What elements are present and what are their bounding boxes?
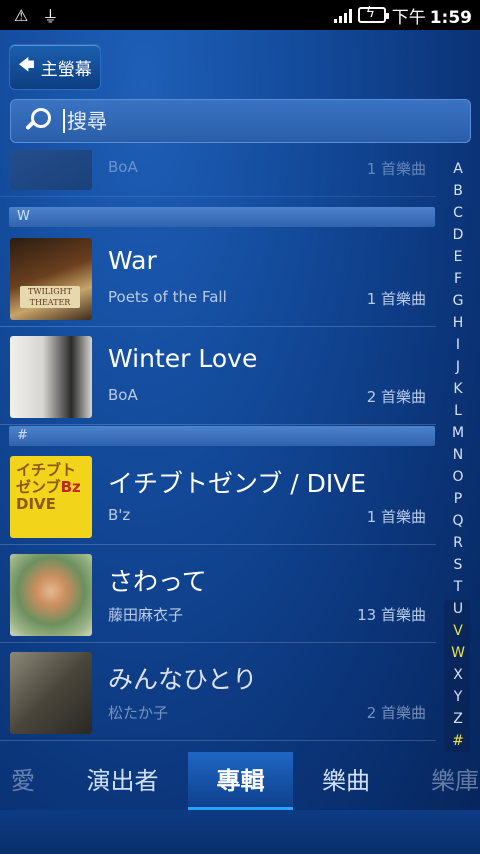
search-input[interactable] <box>65 109 429 133</box>
home-screen-button[interactable]: 🡄 主螢幕 <box>9 44 101 90</box>
album-artist: 松たか子 <box>108 704 169 722</box>
index-letter-q[interactable]: Q <box>452 510 463 532</box>
album-art: TWILIGHT THEATER <box>10 238 92 320</box>
status-bar: ⚠ ⏚ ϟ 下午 1:59 <box>0 0 480 30</box>
album-art <box>10 554 92 636</box>
index-letter-g[interactable]: G <box>453 290 464 312</box>
index-letter-t[interactable]: T <box>454 576 463 598</box>
album-art <box>10 336 92 418</box>
list-item[interactable]: さわって 藤田麻衣子 13 首樂曲 <box>0 544 436 643</box>
index-letter-j[interactable]: J <box>456 356 460 378</box>
battery-charging-icon: ϟ <box>357 5 389 23</box>
index-letter-n[interactable]: N <box>453 444 463 466</box>
tab-bar: 愛 演出者 專輯 樂曲 樂庫 <box>0 752 480 810</box>
index-letter-v[interactable]: V <box>453 620 463 642</box>
index-letter-hash[interactable]: # <box>452 730 464 752</box>
arrow-left-icon: 🡄 <box>18 54 35 74</box>
list-item[interactable]: BoA 1 首樂曲 <box>0 150 436 197</box>
album-artist: Poets of the Fall <box>108 288 227 306</box>
warning-icon: ⚠ <box>14 5 29 25</box>
tab-artists[interactable]: 演出者 <box>60 752 185 810</box>
section-header-hash: # <box>9 426 435 446</box>
index-letter-k[interactable]: K <box>453 378 462 400</box>
index-letter-i[interactable]: I <box>456 334 460 356</box>
tab-albums[interactable]: 專輯 <box>188 752 293 810</box>
album-track-count: 1 首樂曲 <box>366 508 426 526</box>
index-letter-b[interactable]: B <box>453 180 463 202</box>
album-art <box>10 652 92 734</box>
index-letter-s[interactable]: S <box>454 554 463 576</box>
usb-icon: ⏚ <box>42 7 59 26</box>
index-letter-m[interactable]: M <box>452 422 464 444</box>
index-letter-e[interactable]: E <box>454 246 463 268</box>
album-track-count: 2 首樂曲 <box>366 388 426 406</box>
album-art: イチブト ゼンブBz DIVE <box>10 456 92 538</box>
index-letter-y[interactable]: Y <box>454 686 463 708</box>
index-letter-l[interactable]: L <box>454 400 462 422</box>
home-screen-label: 主螢幕 <box>40 59 92 80</box>
tab-favorites[interactable]: 愛 <box>0 752 48 810</box>
index-letter-p[interactable]: P <box>454 488 462 510</box>
album-title: Winter Love <box>108 344 258 373</box>
list-item[interactable]: Winter Love BoA 2 首樂曲 <box>0 326 436 425</box>
index-letter-w[interactable]: W <box>451 642 465 664</box>
album-artist: B'z <box>108 506 131 524</box>
album-title: みんなひとり <box>108 665 258 694</box>
album-track-count: 2 首樂曲 <box>366 704 426 722</box>
album-track-count: 1 首樂曲 <box>366 160 426 178</box>
search-icon <box>23 106 53 136</box>
index-letter-x[interactable]: X <box>453 664 463 686</box>
index-letter-f[interactable]: F <box>454 268 462 290</box>
album-track-count: 13 首樂曲 <box>357 606 426 624</box>
index-letter-z[interactable]: Z <box>453 708 463 730</box>
list-item[interactable]: みんなひとり 松たか子 2 首樂曲 <box>0 642 436 741</box>
album-track-count: 1 首樂曲 <box>366 290 426 308</box>
clock: 下午 1:59 <box>391 7 472 28</box>
index-letter-o[interactable]: O <box>452 466 463 488</box>
index-letter-a[interactable]: A <box>453 158 463 180</box>
index-letter-r[interactable]: R <box>453 532 463 554</box>
album-title: War <box>108 246 157 275</box>
album-list[interactable]: BoA 1 首樂曲 W TWILIGHT THEATER War Poets of… <box>0 150 440 746</box>
album-artist: BoA <box>108 386 138 404</box>
album-art <box>10 150 92 190</box>
index-letter-h[interactable]: H <box>453 312 464 334</box>
tab-library[interactable]: 樂庫 <box>420 752 480 810</box>
album-title: イチブトゼンブ / DIVE <box>108 469 367 498</box>
section-header-w: W <box>9 207 435 227</box>
list-item[interactable]: TWILIGHT THEATER War Poets of the Fall 1 … <box>0 228 436 327</box>
index-letter-u[interactable]: U <box>453 598 463 620</box>
tab-songs[interactable]: 樂曲 <box>296 752 396 810</box>
album-artist: 藤田麻衣子 <box>108 606 184 624</box>
album-title: さわって <box>108 567 207 596</box>
index-letter-d[interactable]: D <box>453 224 464 246</box>
signal-icon <box>333 7 352 23</box>
alphabet-index[interactable]: A B C D E F G H I J K L M N O P Q R S T U V W X Y Z # <box>444 158 472 752</box>
list-item[interactable]: イチブト ゼンブBz DIVE イチブトゼンブ / DIVE B'z 1 首樂曲 <box>0 446 436 545</box>
bottom-bar <box>0 810 480 854</box>
index-letter-c[interactable]: C <box>453 202 463 224</box>
search-bar[interactable] <box>10 99 471 143</box>
album-artist: BoA <box>108 158 138 176</box>
